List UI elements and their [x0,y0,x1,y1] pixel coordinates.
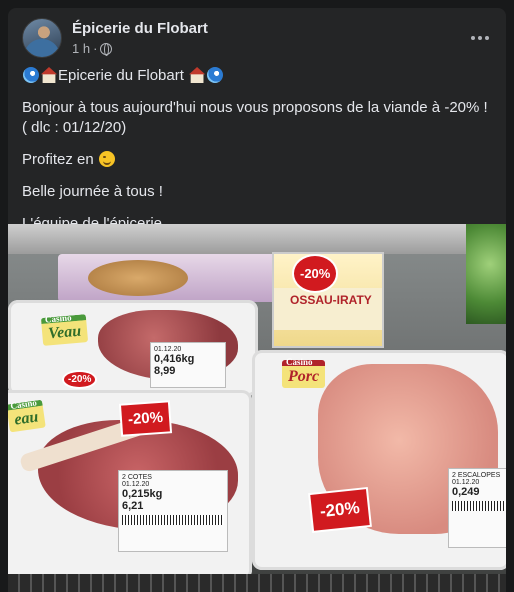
title-text: Epicerie du Flobart [58,67,184,84]
message-line-3: Belle journée à tous ! [22,183,163,200]
price-label-pork: 2 ESCALOPES 01.12.20 0,249 [448,468,506,548]
barcode [452,501,506,511]
meta-separator: · [93,41,98,56]
price-label-bottom: 2 COTES 01.12.20 0,215kg 6,21 [118,470,228,552]
globe-icon[interactable] [100,42,113,56]
promo-badge-veal-top: -20% [64,372,96,387]
page-name-link[interactable]: Épicerie du Flobart [72,20,208,37]
post-photo[interactable]: OSSAU-IRATY Casino Veau Casino eau Casino P… [8,224,506,592]
wave-emoji [23,67,39,83]
message-line-1: Bonjour à tous aujourd'hui nous vous pro… [22,99,488,136]
house-emoji [41,67,57,83]
cheese-label: OSSAU-IRATY [290,293,372,307]
wave-emoji [207,67,224,83]
shelf-top [8,224,506,254]
post-card: Épicerie du Flobart 1 h · Epicerie du Fl… [8,8,506,592]
post-message: Epicerie du Flobart Bonjour à tous aujou… [22,66,492,246]
tag-veau-bottom: Casino eau [8,397,46,433]
tag-veau-top: Casino Veau [40,312,89,346]
barcode [122,515,224,525]
post-title-line: Epicerie du Flobart [22,66,492,86]
promo-badge-pork: -20% [310,489,370,531]
wink-emoji [98,151,115,167]
post-header: Épicerie du Flobart 1 h · [22,18,492,62]
page-avatar[interactable] [22,18,62,58]
shelf-bottom [8,574,506,592]
more-icon [471,36,475,40]
message-line-2: Profitez en [22,150,492,170]
tag-porc: Casino Porc [282,357,326,388]
promo-badge-cheese: -20% [294,256,337,291]
post-time[interactable]: 1 h [72,41,90,56]
promo-badge-veal-bottom: -20% [121,402,170,435]
lettuce [466,224,506,324]
pack-top-food [88,260,188,296]
more-options-button[interactable] [464,22,496,54]
message-line-2-text: Profitez en [22,151,94,168]
price-label-top: 01.12.20 0,416kg 8,99 [150,342,226,388]
post-meta: 1 h · [72,41,113,56]
house-emoji [189,67,206,83]
